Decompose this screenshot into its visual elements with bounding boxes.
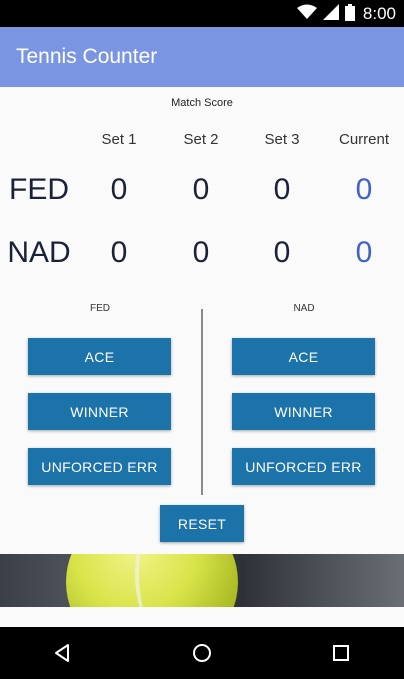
header-set-1: Set 1 <box>101 131 137 148</box>
status-bar: 8:00 <box>0 0 404 27</box>
fed-unforced-error-button[interactable]: UNFORCED ERR <box>28 448 171 485</box>
match-score-caption: Match Score <box>171 97 233 109</box>
battery-icon <box>344 3 355 25</box>
score-fed-set-3: 0 <box>273 173 291 206</box>
navigation-bar <box>0 627 404 679</box>
score-fed-set-1: 0 <box>110 173 128 206</box>
score-fed-set-2: 0 <box>192 173 210 206</box>
signal-icon <box>322 4 339 24</box>
score-fed-current: 0 <box>355 173 373 206</box>
recents-icon[interactable] <box>327 639 355 667</box>
header-set-3: Set 3 <box>264 131 300 148</box>
app-title: Tennis Counter <box>16 45 158 68</box>
score-nad-current: 0 <box>355 236 373 269</box>
main-content: Match Score Set 1 Set 2 Set 3 Current FE… <box>0 87 404 554</box>
status-icons: 8:00 <box>296 3 396 25</box>
fed-winner-button[interactable]: WINNER <box>28 393 171 430</box>
tennis-ball-image <box>0 554 404 607</box>
reset-button[interactable]: RESET <box>160 505 244 542</box>
nad-unforced-error-button[interactable]: UNFORCED ERR <box>232 448 375 485</box>
nad-ace-button[interactable]: ACE <box>232 338 375 375</box>
score-nad-set-2: 0 <box>192 236 210 269</box>
score-nad-set-3: 0 <box>273 236 291 269</box>
nad-controls-label: NAD <box>293 303 315 314</box>
app-bar: Tennis Counter <box>0 27 404 87</box>
player-name-fed: FED <box>9 173 69 206</box>
header-set-2: Set 2 <box>183 131 219 148</box>
fed-controls-label: FED <box>90 303 110 314</box>
bottom-spacer <box>0 607 404 627</box>
header-current: Current <box>338 131 390 148</box>
score-nad-set-1: 0 <box>110 236 128 269</box>
nad-winner-button[interactable]: WINNER <box>232 393 375 430</box>
controls-divider <box>201 309 203 495</box>
player-name-nad: NAD <box>7 236 71 269</box>
back-icon[interactable] <box>48 639 76 667</box>
home-icon[interactable] <box>188 639 216 667</box>
tennis-ball-seam <box>135 554 189 607</box>
wifi-icon <box>296 4 317 24</box>
status-time: 8:00 <box>362 4 396 23</box>
fed-ace-button[interactable]: ACE <box>28 338 171 375</box>
